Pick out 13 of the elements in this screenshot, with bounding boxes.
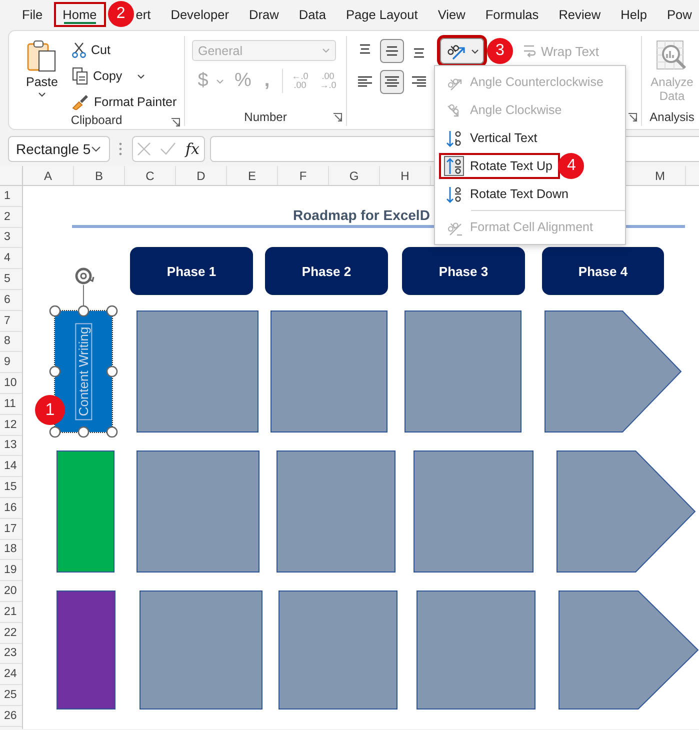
phase-header: Phase 1	[130, 247, 253, 295]
shape-text: Content Writing	[75, 322, 92, 420]
phase-header: Phase 4	[542, 247, 664, 295]
group-label: Clipboard	[70, 113, 122, 127]
phase-header: Phase 3	[402, 247, 525, 295]
group-label: Number	[244, 110, 287, 124]
sheet-title: Roadmap for ExcelD	[293, 207, 430, 223]
callout-badge: 4	[558, 153, 584, 179]
callout-badge: 3	[487, 38, 513, 64]
callout-badge: 1	[35, 395, 65, 425]
phase-header: Phase 2	[265, 247, 388, 295]
group-label: Analysis	[650, 110, 694, 124]
callout-badge: 2	[108, 1, 134, 27]
